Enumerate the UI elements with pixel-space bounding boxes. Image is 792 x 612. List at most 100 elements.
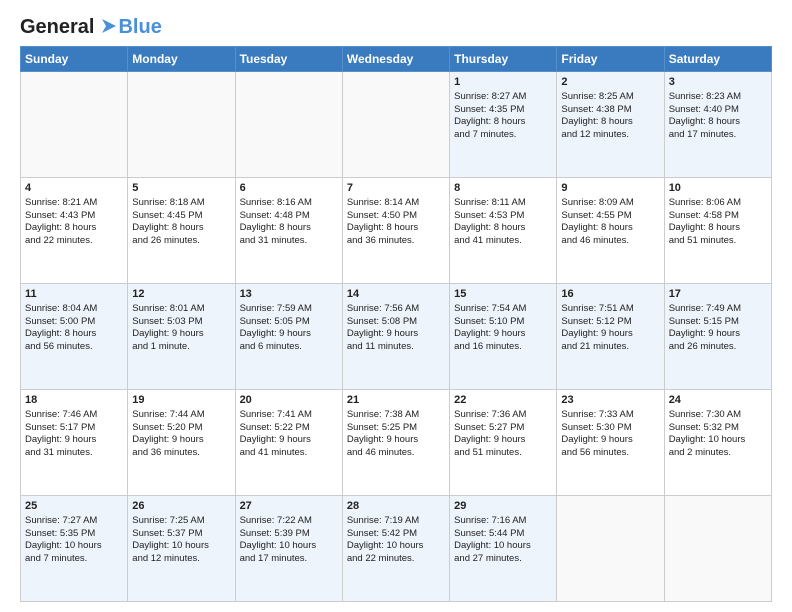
calendar-cell [557, 496, 664, 602]
calendar-cell: 29Sunrise: 7:16 AMSunset: 5:44 PMDayligh… [450, 496, 557, 602]
day-number: 15 [454, 287, 552, 302]
day-info: Sunset: 5:20 PM [132, 422, 230, 435]
calendar-cell: 9Sunrise: 8:09 AMSunset: 4:55 PMDaylight… [557, 178, 664, 284]
day-info: Sunrise: 7:19 AM [347, 515, 445, 528]
day-info: and 31 minutes. [25, 447, 123, 460]
day-info: Daylight: 8 hours [132, 222, 230, 235]
calendar-week-4: 18Sunrise: 7:46 AMSunset: 5:17 PM Dayligh… [21, 390, 772, 496]
calendar-cell: 22Sunrise: 7:36 AMSunset: 5:27 PMDayligh… [450, 390, 557, 496]
day-number: 26 [132, 499, 230, 514]
day-info: Sunset: 5:08 PM [347, 316, 445, 329]
calendar-cell: 28Sunrise: 7:19 AMSunset: 5:42 PMDayligh… [342, 496, 449, 602]
day-info: Daylight: 9 hours [669, 328, 767, 341]
calendar-cell: 15Sunrise: 7:54 AMSunset: 5:10 PMDayligh… [450, 284, 557, 390]
day-info: and 17 minutes. [240, 553, 338, 566]
day-info: Sunset: 5:42 PM [347, 528, 445, 541]
day-info: Sunset: 5:12 PM [561, 316, 659, 329]
day-number: 18 [25, 393, 123, 408]
calendar-cell: 23Sunrise: 7:33 AMSunset: 5:30 PMDayligh… [557, 390, 664, 496]
day-number: 10 [669, 181, 767, 196]
day-info: Daylight: 10 hours [669, 434, 767, 447]
calendar-header-sunday: Sunday [21, 47, 128, 72]
day-info: Sunrise: 7:56 AM [347, 303, 445, 316]
calendar-cell: 27Sunrise: 7:22 AMSunset: 5:39 PMDayligh… [235, 496, 342, 602]
day-info: Sunrise: 7:44 AM [132, 409, 230, 422]
day-info: Daylight: 9 hours [240, 328, 338, 341]
day-info: Sunrise: 7:27 AM [25, 515, 123, 528]
day-info: Sunrise: 7:38 AM [347, 409, 445, 422]
calendar-header-tuesday: Tuesday [235, 47, 342, 72]
calendar-cell: 26Sunrise: 7:25 AMSunset: 5:37 PMDayligh… [128, 496, 235, 602]
page: General Blue SundayMondayTuesdayWednesda… [0, 0, 792, 612]
day-info: Sunrise: 7:41 AM [240, 409, 338, 422]
day-info: Sunset: 5:17 PM [25, 422, 123, 435]
calendar-cell: 17Sunrise: 7:49 AMSunset: 5:15 PMDayligh… [664, 284, 771, 390]
day-number: 28 [347, 499, 445, 514]
day-info: Sunset: 5:05 PM [240, 316, 338, 329]
day-info: Daylight: 9 hours [454, 434, 552, 447]
day-number: 21 [347, 393, 445, 408]
day-info: and 11 minutes. [347, 341, 445, 354]
day-info: Sunset: 5:00 PM [25, 316, 123, 329]
day-number: 24 [669, 393, 767, 408]
day-info: Sunset: 4:45 PM [132, 210, 230, 223]
day-info: and 7 minutes. [454, 129, 552, 142]
day-info: and 16 minutes. [454, 341, 552, 354]
day-info: and 26 minutes. [132, 235, 230, 248]
calendar-cell: 3Sunrise: 8:23 AMSunset: 4:40 PMDaylight… [664, 72, 771, 178]
day-info: Sunrise: 7:46 AM [25, 409, 123, 422]
day-info: Daylight: 10 hours [347, 540, 445, 553]
day-number: 19 [132, 393, 230, 408]
calendar-cell: 20Sunrise: 7:41 AMSunset: 5:22 PMDayligh… [235, 390, 342, 496]
day-number: 5 [132, 181, 230, 196]
day-info: Sunset: 5:32 PM [669, 422, 767, 435]
day-info: Daylight: 8 hours [25, 328, 123, 341]
day-info: Daylight: 9 hours [240, 434, 338, 447]
day-number: 7 [347, 181, 445, 196]
day-info: and 51 minutes. [454, 447, 552, 460]
day-info: Sunrise: 8:23 AM [669, 91, 767, 104]
calendar-header-friday: Friday [557, 47, 664, 72]
calendar-cell: 4Sunrise: 8:21 AMSunset: 4:43 PMDaylight… [21, 178, 128, 284]
day-number: 13 [240, 287, 338, 302]
day-info: Daylight: 9 hours [347, 434, 445, 447]
day-info: and 7 minutes. [25, 553, 123, 566]
day-info: Sunrise: 7:30 AM [669, 409, 767, 422]
day-info: Sunrise: 7:54 AM [454, 303, 552, 316]
day-info: Sunset: 5:25 PM [347, 422, 445, 435]
day-info: Daylight: 9 hours [347, 328, 445, 341]
day-info: and 41 minutes. [240, 447, 338, 460]
day-info: Sunset: 5:27 PM [454, 422, 552, 435]
day-info: Sunset: 5:37 PM [132, 528, 230, 541]
day-number: 17 [669, 287, 767, 302]
day-info: Sunset: 5:15 PM [669, 316, 767, 329]
day-info: and 22 minutes. [347, 553, 445, 566]
day-info: and 41 minutes. [454, 235, 552, 248]
calendar-cell: 16Sunrise: 7:51 AMSunset: 5:12 PMDayligh… [557, 284, 664, 390]
calendar-cell: 11Sunrise: 8:04 AMSunset: 5:00 PMDayligh… [21, 284, 128, 390]
day-info: Sunrise: 7:22 AM [240, 515, 338, 528]
calendar-cell: 2Sunrise: 8:25 AMSunset: 4:38 PMDaylight… [557, 72, 664, 178]
calendar-header-thursday: Thursday [450, 47, 557, 72]
day-info: Sunset: 4:40 PM [669, 104, 767, 117]
day-info: Sunrise: 7:16 AM [454, 515, 552, 528]
calendar-header-row: SundayMondayTuesdayWednesdayThursdayFrid… [21, 47, 772, 72]
calendar-cell: 12Sunrise: 8:01 AMSunset: 5:03 PMDayligh… [128, 284, 235, 390]
calendar-week-1: 1Sunrise: 8:27 AMSunset: 4:35 PMDaylight… [21, 72, 772, 178]
day-info: Daylight: 10 hours [454, 540, 552, 553]
day-info: Daylight: 8 hours [561, 222, 659, 235]
day-info: Daylight: 9 hours [132, 328, 230, 341]
calendar-cell: 18Sunrise: 7:46 AMSunset: 5:17 PMDayligh… [21, 390, 128, 496]
day-info: Sunset: 4:35 PM [454, 104, 552, 117]
calendar-header-monday: Monday [128, 47, 235, 72]
calendar-cell: 21Sunrise: 7:38 AMSunset: 5:25 PMDayligh… [342, 390, 449, 496]
day-number: 4 [25, 181, 123, 196]
day-info: and 56 minutes. [25, 341, 123, 354]
day-info: Daylight: 10 hours [132, 540, 230, 553]
day-info: Daylight: 9 hours [132, 434, 230, 447]
day-number: 27 [240, 499, 338, 514]
day-info: Sunrise: 7:51 AM [561, 303, 659, 316]
day-info: Sunrise: 8:06 AM [669, 197, 767, 210]
day-info: Daylight: 8 hours [240, 222, 338, 235]
day-info: Sunset: 4:55 PM [561, 210, 659, 223]
